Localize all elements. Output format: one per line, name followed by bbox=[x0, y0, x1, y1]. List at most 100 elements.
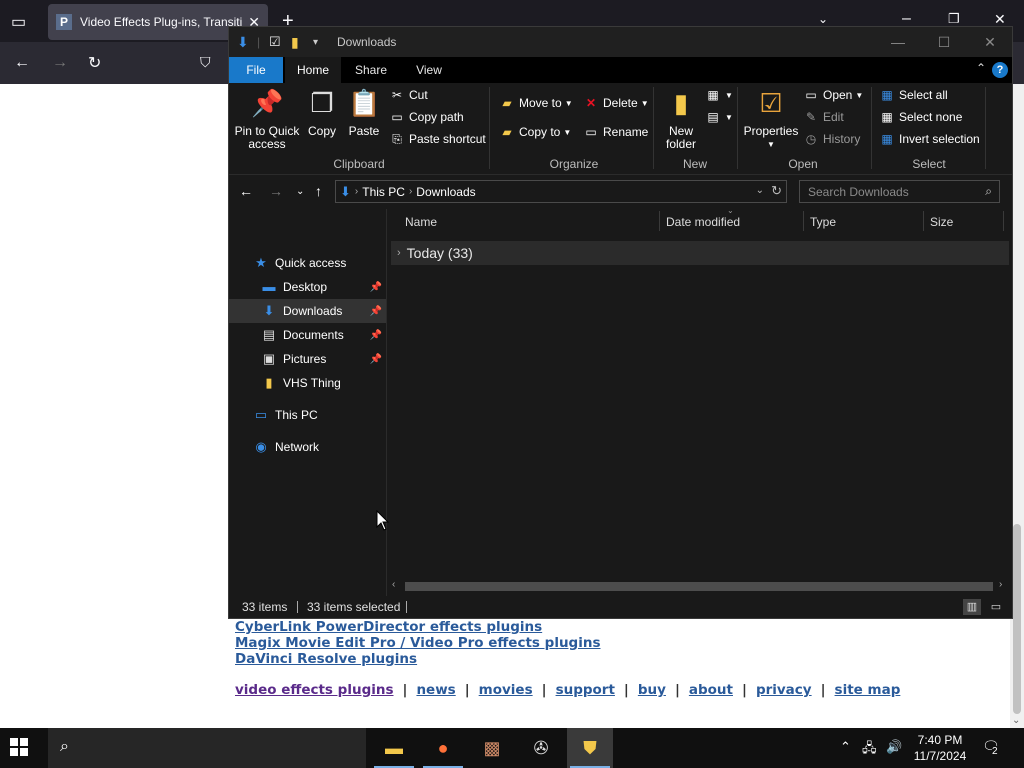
pin-quick-access-button[interactable]: 📌 Pin to Quick access bbox=[233, 87, 301, 151]
show-hidden-icons-icon[interactable]: ⌃ bbox=[840, 739, 851, 755]
footer-link-about[interactable]: about bbox=[689, 682, 733, 698]
list-tabs-chevron-icon[interactable]: ⌄ bbox=[818, 12, 828, 26]
column-date-modified[interactable]: Date modified bbox=[666, 215, 740, 229]
collapse-ribbon-icon[interactable]: ⌃ bbox=[976, 61, 986, 75]
nav-item-downloads[interactable]: ⬇ Downloads 📌 bbox=[229, 299, 386, 323]
notification-center-icon[interactable]: 🗨 2 bbox=[982, 738, 1000, 757]
nav-this-pc[interactable]: ▭ This PC bbox=[229, 403, 386, 427]
taskbar-app-firefox[interactable]: ● bbox=[420, 728, 466, 768]
properties-quick-icon[interactable]: ☑ bbox=[269, 34, 281, 50]
system-clock[interactable]: 7:40 PM 11/7/2024 bbox=[912, 732, 968, 764]
column-name[interactable]: Name bbox=[405, 215, 437, 229]
properties-button[interactable]: ☑ Properties ▼ bbox=[743, 87, 799, 151]
taskbar-search[interactable]: ⌕ bbox=[48, 728, 366, 768]
explorer-titlebar[interactable]: ⬇ | ☑ ▮ ▾ Downloads — ☐ ✕ bbox=[229, 27, 1012, 57]
back-icon[interactable]: ← bbox=[14, 54, 30, 72]
horizontal-scrollbar[interactable]: ‹ › bbox=[387, 578, 1012, 594]
column-divider[interactable] bbox=[659, 211, 660, 231]
link-davinci[interactable]: DaVinci Resolve plugins bbox=[235, 651, 417, 667]
nav-item-pictures[interactable]: ▣ Pictures 📌 bbox=[229, 347, 386, 371]
move-to-button[interactable]: ▰ Move to ▼ bbox=[499, 95, 572, 111]
cut-button[interactable]: ✂ Cut bbox=[389, 87, 428, 103]
recent-locations-icon[interactable]: ⌄ bbox=[296, 186, 304, 197]
delete-button[interactable]: ✕ Delete ▼ bbox=[583, 95, 649, 111]
column-divider[interactable] bbox=[803, 211, 804, 231]
help-icon[interactable]: ? bbox=[992, 62, 1008, 78]
paste-icon: 📋 bbox=[348, 88, 381, 118]
link-magix[interactable]: Magix Movie Edit Pro / Video Pro effects… bbox=[235, 635, 601, 651]
restore-icon[interactable]: ❐ bbox=[948, 11, 960, 27]
nav-item-documents[interactable]: ▤ Documents 📌 bbox=[229, 323, 386, 347]
taskbar-app-file-explorer[interactable]: ▬ bbox=[371, 728, 417, 768]
invert-selection-button[interactable]: ▦ Invert selection bbox=[879, 131, 979, 147]
tab-home[interactable]: Home bbox=[285, 57, 341, 83]
horizontal-scroll-thumb[interactable] bbox=[405, 582, 993, 591]
rename-button[interactable]: ▭ Rename bbox=[583, 124, 648, 140]
scroll-down-icon[interactable]: ⌄ bbox=[1012, 715, 1020, 726]
refresh-icon[interactable]: ↻ bbox=[771, 183, 782, 199]
search-input[interactable]: Search Downloads ⌕ bbox=[799, 180, 1000, 203]
minimize-icon[interactable]: — bbox=[875, 31, 921, 53]
copy-to-button[interactable]: ▰ Copy to ▼ bbox=[499, 124, 571, 140]
taskbar-app-media[interactable]: ✇ bbox=[518, 728, 564, 768]
nav-quick-access[interactable]: ★ Quick access bbox=[229, 251, 386, 275]
footer-link-privacy[interactable]: privacy bbox=[756, 682, 812, 698]
customize-quick-access-icon[interactable]: ▾ bbox=[313, 37, 318, 48]
tab-share[interactable]: Share bbox=[343, 57, 399, 83]
nav-network[interactable]: ◉ Network bbox=[229, 435, 386, 459]
tab-file[interactable]: File bbox=[229, 57, 283, 83]
easy-access-button[interactable]: ▤ ▼ bbox=[705, 109, 733, 125]
footer-link-news[interactable]: news bbox=[416, 682, 455, 698]
nav-item-vhs-thing[interactable]: ▮ VHS Thing bbox=[229, 371, 386, 395]
windows-start-icon[interactable] bbox=[10, 738, 28, 756]
column-divider[interactable] bbox=[923, 211, 924, 231]
large-icons-view-icon[interactable]: ▭ bbox=[987, 599, 1005, 615]
column-type[interactable]: Type bbox=[810, 215, 836, 229]
footer-link-buy[interactable]: buy bbox=[638, 682, 666, 698]
volume-icon[interactable]: 🔊 bbox=[886, 739, 902, 755]
paste-shortcut-button[interactable]: ⎘ Paste shortcut bbox=[389, 131, 486, 147]
open-button[interactable]: ▭ Open ▼ bbox=[803, 87, 863, 103]
tab-view[interactable]: View bbox=[401, 57, 457, 83]
column-size[interactable]: Size bbox=[930, 215, 953, 229]
tab-list-icon[interactable]: ▭ bbox=[11, 12, 26, 32]
taskbar-app-video-editor[interactable]: ▩ bbox=[469, 728, 515, 768]
breadcrumb-this-pc[interactable]: This PC bbox=[362, 185, 405, 199]
page-scroll-thumb[interactable] bbox=[1013, 524, 1021, 714]
copy-button[interactable]: ❐ Copy bbox=[305, 87, 339, 138]
footer-link-support[interactable]: support bbox=[556, 682, 615, 698]
close-icon[interactable]: ✕ bbox=[967, 31, 1013, 53]
up-icon[interactable]: ↑ bbox=[315, 183, 322, 199]
new-folder-button[interactable]: ▮ New folder bbox=[661, 87, 701, 151]
copy-path-button[interactable]: ▭ Copy path bbox=[389, 109, 463, 125]
scroll-right-icon[interactable]: › bbox=[999, 579, 1002, 590]
address-bar[interactable]: ⬇ › This PC › Downloads ⌄ ↻ bbox=[335, 180, 787, 203]
nav-item-desktop[interactable]: ▬ Desktop 📌 bbox=[229, 275, 386, 299]
scroll-left-icon[interactable]: ‹ bbox=[392, 579, 395, 590]
address-dropdown-icon[interactable]: ⌄ bbox=[756, 185, 764, 196]
details-view-icon[interactable]: ▥ bbox=[963, 599, 981, 615]
new-item-button[interactable]: ▦ ▼ bbox=[705, 87, 733, 103]
maximize-icon[interactable]: ☐ bbox=[921, 31, 967, 53]
network-tray-icon[interactable]: 🖧 bbox=[862, 739, 877, 761]
forward-icon[interactable]: → bbox=[52, 54, 68, 72]
select-all-button[interactable]: ▦ Select all bbox=[879, 87, 947, 103]
edit-button[interactable]: ✎ Edit bbox=[803, 109, 844, 125]
back-icon[interactable]: ← bbox=[239, 183, 253, 199]
footer-link-plugins[interactable]: video effects plugins bbox=[235, 682, 394, 698]
paste-button[interactable]: 📋 Paste bbox=[346, 87, 382, 138]
expand-chevron-icon[interactable]: › bbox=[397, 247, 401, 259]
breadcrumb-downloads[interactable]: Downloads bbox=[416, 185, 475, 199]
group-header-today[interactable]: › Today (33) bbox=[391, 241, 1009, 265]
history-button[interactable]: ◷ History bbox=[803, 131, 861, 147]
new-folder-quick-icon[interactable]: ▮ bbox=[291, 34, 299, 51]
footer-link-movies[interactable]: movies bbox=[479, 682, 533, 698]
reload-icon[interactable]: ↻ bbox=[88, 53, 101, 73]
taskbar-app-installer[interactable]: ⛊ bbox=[567, 728, 613, 768]
shield-icon[interactable]: ⛉ bbox=[200, 54, 211, 71]
column-divider[interactable] bbox=[1003, 211, 1004, 231]
select-none-button[interactable]: ▦ Select none bbox=[879, 109, 962, 125]
link-cyberlink[interactable]: CyberLink PowerDirector effects plugins bbox=[235, 619, 542, 635]
forward-icon[interactable]: → bbox=[269, 183, 283, 199]
footer-link-sitemap[interactable]: site map bbox=[835, 682, 901, 698]
